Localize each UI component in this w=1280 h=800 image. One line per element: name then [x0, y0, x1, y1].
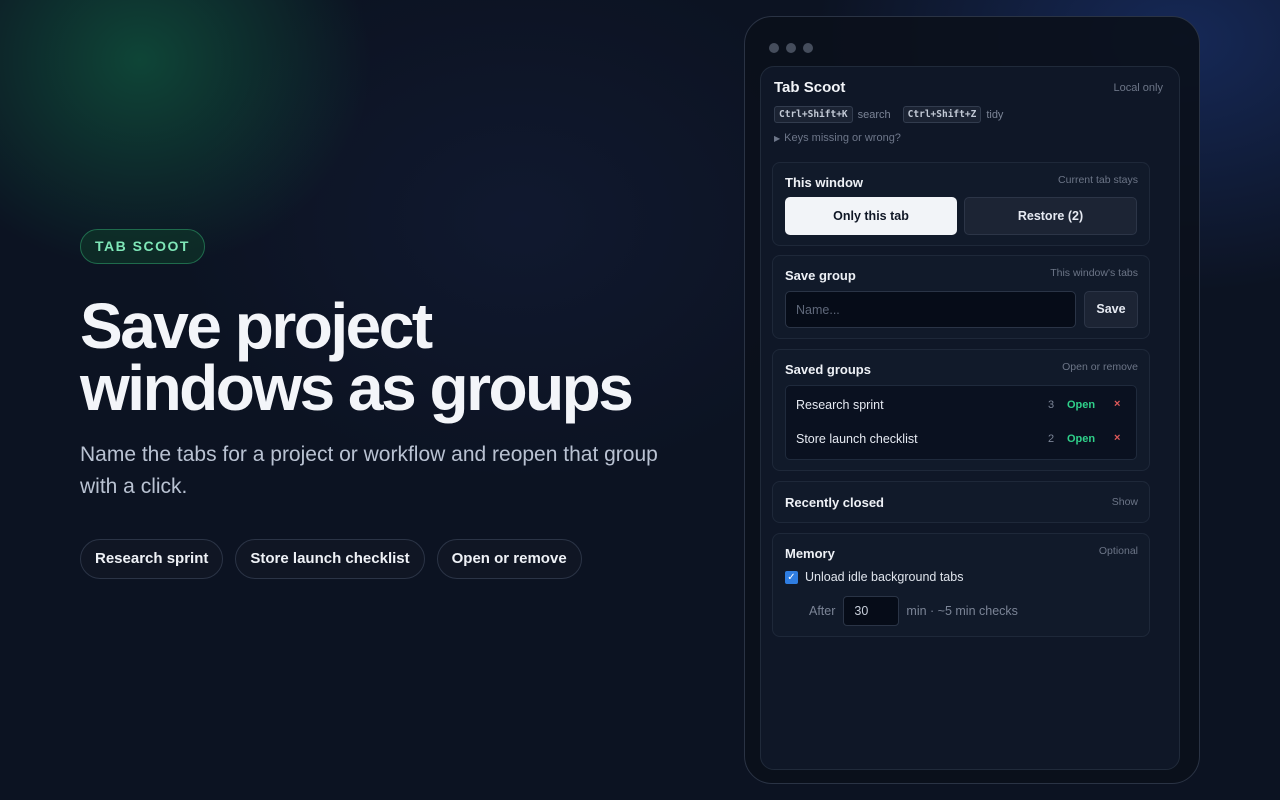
- minutes-input[interactable]: 30: [843, 596, 900, 626]
- saved-groups-card: Saved groups Open or remove Research spr…: [772, 349, 1150, 471]
- chip-store-launch-checklist[interactable]: Store launch checklist: [235, 539, 425, 579]
- after-label: After: [809, 604, 836, 618]
- shortcut-row: Ctrl+Shift+K search Ctrl+Shift+Z tidy: [774, 106, 1003, 123]
- save-group-card: Save group This window's tabs Save: [772, 255, 1150, 339]
- save-group-hint: This window's tabs: [1050, 267, 1138, 279]
- hero-subtitle: Name the tabs for a project or workflow …: [80, 443, 658, 498]
- window-dot-icon: [769, 43, 779, 53]
- group-tab-count: 3: [1048, 399, 1055, 411]
- shortcut-action: tidy: [986, 108, 1004, 121]
- extension-popup: Tab Scoot Local only Ctrl+Shift+K search…: [760, 66, 1180, 770]
- hero-section: TAB SCOOT Save project windows as groups…: [80, 229, 700, 579]
- popup-title: Tab Scoot: [774, 79, 846, 96]
- saved-groups-title: Saved groups: [785, 362, 871, 377]
- group-tab-count: 2: [1048, 433, 1055, 445]
- saved-groups-hint: Open or remove: [1062, 361, 1138, 373]
- hero-headline-line2: windows as groups: [80, 352, 634, 424]
- window-dot-icon: [803, 43, 813, 53]
- group-name: Store launch checklist: [796, 432, 918, 446]
- local-only-label: Local only: [1113, 82, 1163, 94]
- remove-group-button[interactable]: ×: [1114, 432, 1120, 444]
- window-controls: [769, 43, 813, 53]
- list-item: Research sprint 3 Open ×: [786, 388, 1136, 422]
- group-name-input[interactable]: [785, 291, 1076, 328]
- restore-button[interactable]: Restore (2): [964, 197, 1137, 235]
- shortcut-action: search: [857, 108, 891, 121]
- feature-chips: Research sprint Store launch checklist O…: [80, 539, 582, 579]
- chip-open-or-remove[interactable]: Open or remove: [436, 539, 582, 579]
- group-name: Research sprint: [796, 398, 884, 412]
- hero-headline: Save project windows as groups: [80, 290, 700, 424]
- window-dot-icon: [786, 43, 796, 53]
- keys-help-label: Keys missing or wrong?: [784, 132, 901, 144]
- this-window-card: This window Current tab stays Only this …: [772, 162, 1150, 246]
- minutes-suffix: min · ~5 min checks: [906, 604, 1018, 618]
- list-item: Store launch checklist 2 Open ×: [786, 422, 1136, 456]
- unload-idle-option[interactable]: ✓ Unload idle background tabs: [785, 570, 963, 584]
- saved-groups-list: Research sprint 3 Open × Store launch ch…: [785, 385, 1137, 460]
- save-group-title: Save group: [785, 268, 856, 283]
- checkbox-checked-icon[interactable]: ✓: [785, 570, 798, 584]
- this-window-hint: Current tab stays: [1058, 174, 1138, 186]
- save-button[interactable]: Save: [1084, 291, 1138, 328]
- unload-idle-label: Unload idle background tabs: [805, 570, 964, 584]
- chip-research-sprint[interactable]: Research sprint: [80, 539, 224, 579]
- caret-right-icon: ▶: [774, 134, 781, 143]
- this-window-title: This window: [785, 175, 863, 190]
- memory-card: Memory Optional ✓ Unload idle background…: [772, 533, 1150, 637]
- open-group-button[interactable]: Open: [1067, 399, 1095, 411]
- browser-frame: Tab Scoot Local only Ctrl+Shift+K search…: [744, 16, 1200, 784]
- shortcut-key: Ctrl+Shift+K: [774, 106, 853, 123]
- remove-group-button[interactable]: ×: [1114, 398, 1120, 410]
- keys-help-toggle[interactable]: ▶ Keys missing or wrong?: [774, 132, 901, 144]
- memory-hint: Optional: [1098, 545, 1138, 557]
- only-this-tab-button[interactable]: Only this tab: [785, 197, 957, 235]
- after-minutes-row: After 30 min · ~5 min checks: [809, 596, 1018, 626]
- memory-title: Memory: [785, 546, 835, 561]
- product-badge: TAB SCOOT: [80, 229, 205, 264]
- recently-closed-card[interactable]: Recently closed Show: [772, 481, 1150, 523]
- hero-headline-line1: Save project: [80, 290, 433, 362]
- open-group-button[interactable]: Open: [1067, 433, 1095, 445]
- shortcut-key: Ctrl+Shift+Z: [902, 106, 982, 123]
- recently-closed-title: Recently closed: [785, 495, 884, 510]
- recently-closed-show[interactable]: Show: [1112, 496, 1138, 508]
